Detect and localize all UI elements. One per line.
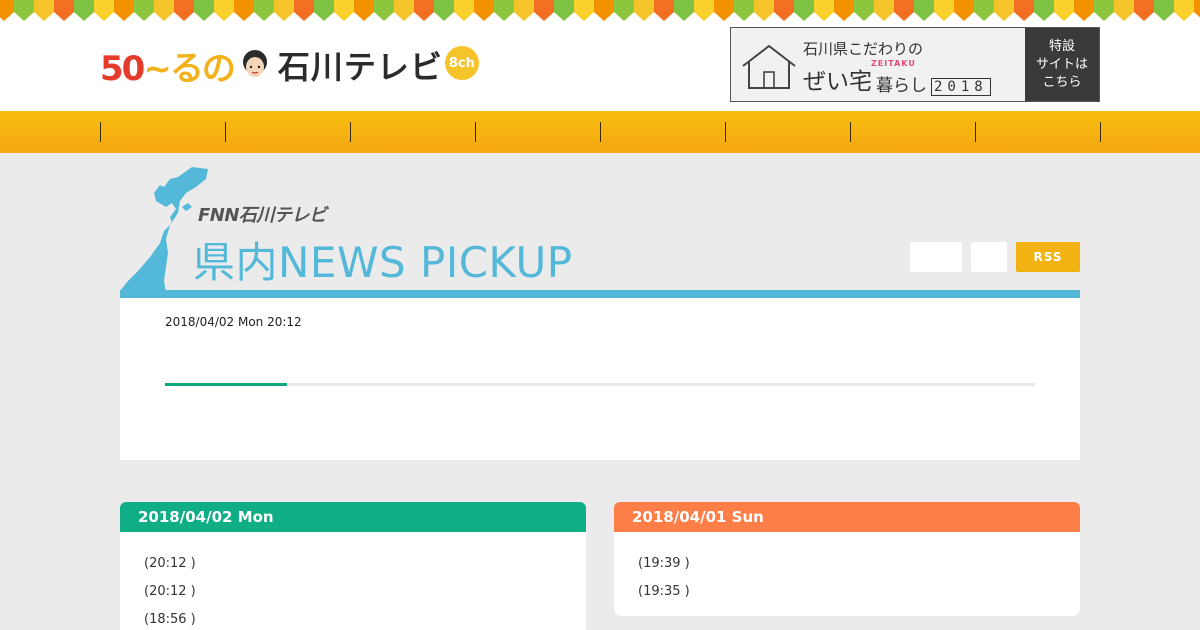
slide-progress-track xyxy=(165,383,1035,386)
promo-title: ぜい宅 暮らし 2018 xyxy=(803,62,991,96)
day-heading: 2018/04/01 Sun xyxy=(614,502,1080,532)
logo-station-name: 石川テレビ xyxy=(277,48,443,86)
promo-special-site-link[interactable]: 特設 サイトは こちら xyxy=(1025,28,1099,101)
news-item[interactable]: (19:35 ) xyxy=(638,578,1080,606)
promo-title-sub: 暮らし xyxy=(876,76,927,96)
news-item[interactable]: (19:39 ) xyxy=(638,550,1080,578)
zeitaku-promo-banner[interactable]: 石川県こだわりの ZEITAKU ぜい宅 暮らし 2018 特設 サイトは こち… xyxy=(730,27,1100,102)
featured-news-panel: 2018/04/02 Mon 20:12 xyxy=(120,298,1080,460)
nav-item[interactable] xyxy=(351,111,475,153)
promo-side-line: こちら xyxy=(1042,74,1082,90)
feature-date: 2018/04/02 Mon 20:12 xyxy=(165,315,302,329)
site-logo[interactable]: 50~るの 石川テレビ 8ch xyxy=(100,44,479,89)
promo-body: 石川県こだわりの ZEITAKU ぜい宅 暮らし 2018 xyxy=(731,28,1025,101)
promo-side-line: サイトは xyxy=(1035,56,1088,72)
face-icon xyxy=(242,50,267,77)
nav-item[interactable] xyxy=(851,111,975,153)
day-heading: 2018/04/02 Mon xyxy=(120,502,586,532)
rss-button[interactable]: RSS xyxy=(1016,242,1080,272)
global-nav xyxy=(0,111,1200,153)
news-item[interactable]: (18:56 ) xyxy=(144,606,586,630)
nav-item[interactable] xyxy=(101,111,225,153)
slide-progress-fill xyxy=(165,383,287,386)
logo-channel-badge: 8ch xyxy=(444,46,479,80)
promo-title-main: ぜい宅 xyxy=(803,69,872,95)
nav-item[interactable] xyxy=(976,111,1100,153)
promo-year: 2018 xyxy=(931,78,991,96)
day-news-box: 2018/04/01 Sun (19:39 ) (19:35 ) xyxy=(614,502,1080,616)
nav-item[interactable] xyxy=(226,111,350,153)
news-header: FNN石川テレビ 県内NEWS PICKUP RSS xyxy=(120,165,1080,311)
nav-item[interactable] xyxy=(476,111,600,153)
house-icon xyxy=(742,44,796,89)
share-button[interactable] xyxy=(971,242,1007,272)
news-item[interactable]: (20:12 ) xyxy=(144,578,586,606)
share-button[interactable] xyxy=(910,242,962,272)
fnn-brand: FNN石川テレビ xyxy=(198,205,327,226)
site-header: 50~るの 石川テレビ 8ch 石川県こだわりの ZEITAKU ぜい宅 暮らし… xyxy=(0,22,1200,111)
nav-separator xyxy=(1100,122,1101,142)
promo-tagline: 石川県こだわりの xyxy=(803,40,924,58)
day-news-list: (19:39 ) (19:35 ) xyxy=(614,532,1080,616)
day-news-list: (20:12 ) (20:12 ) (18:56 ) xyxy=(120,532,586,630)
logo-50-mark: 50~るの xyxy=(100,48,236,89)
day-news-box: 2018/04/02 Mon (20:12 ) (20:12 ) (18:56 … xyxy=(120,502,586,630)
title-underline xyxy=(120,290,1080,298)
nav-item[interactable] xyxy=(601,111,725,153)
flag-banner xyxy=(0,0,1200,22)
nav-item[interactable] xyxy=(726,111,850,153)
news-item[interactable]: (20:12 ) xyxy=(144,550,586,578)
promo-side-line: 特設 xyxy=(1048,38,1075,54)
page-title: 県内NEWS PICKUP xyxy=(193,238,573,287)
